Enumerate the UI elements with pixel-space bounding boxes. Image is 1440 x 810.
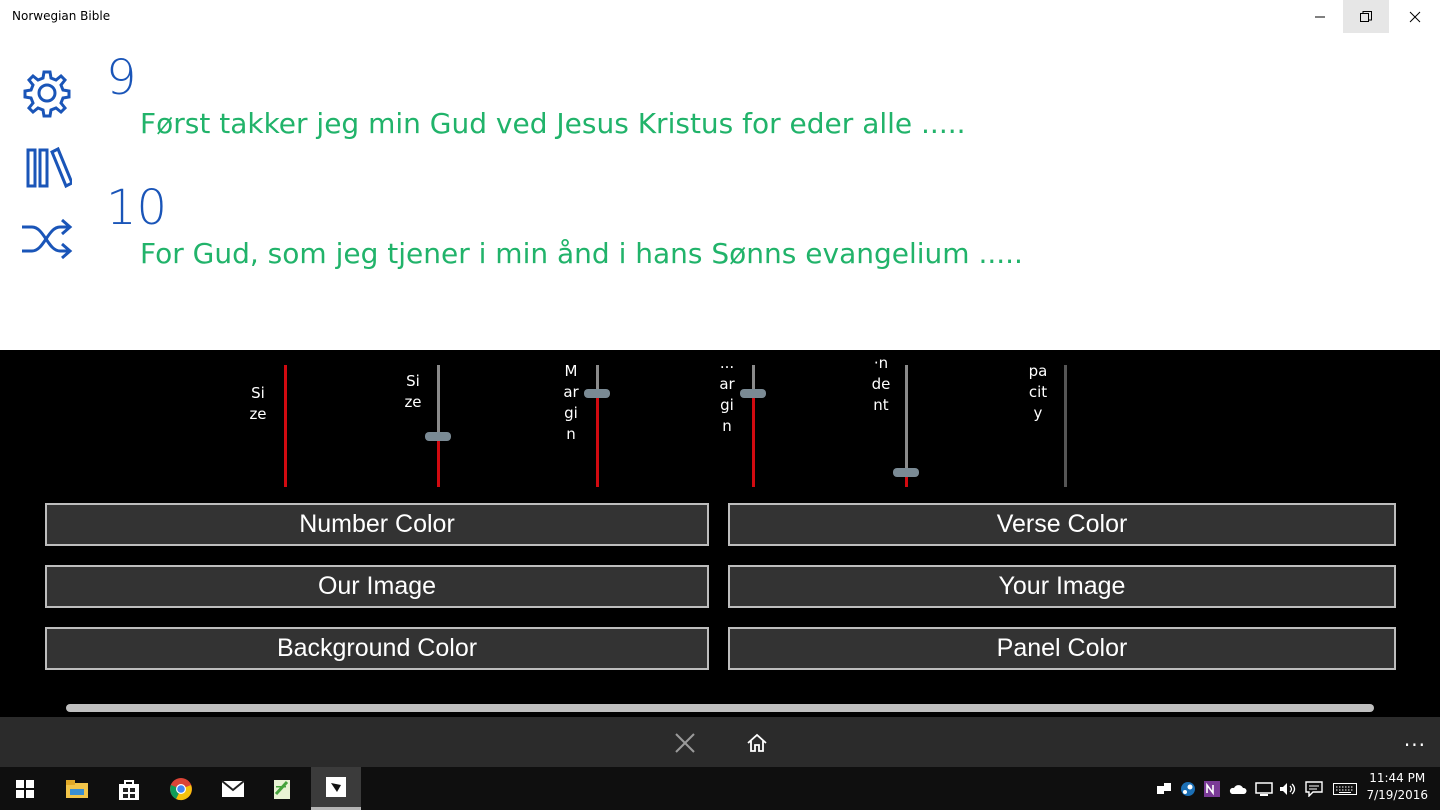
library-icon	[26, 146, 72, 189]
margin-slider[interactable]: Margin	[561, 362, 621, 487]
bible-app-icon	[326, 777, 346, 797]
network-tray-icon[interactable]	[1254, 779, 1274, 799]
indent-slider[interactable]: ·ndent	[871, 354, 931, 487]
volume-tray-icon[interactable]	[1278, 779, 1298, 799]
background-color-button[interactable]: Background Color	[45, 627, 709, 670]
start-button[interactable]	[0, 767, 50, 810]
verse-number: 10	[106, 180, 168, 236]
slider-fill	[437, 435, 440, 487]
more-options-button[interactable]: ...	[1404, 727, 1426, 751]
notes-taskbar-item[interactable]	[258, 767, 308, 810]
library-button[interactable]	[20, 140, 74, 194]
steam-tray-icon[interactable]	[1178, 779, 1198, 799]
mail-icon	[221, 779, 245, 797]
action-center-tray-icon[interactable]	[1304, 779, 1324, 799]
our-image-button[interactable]: Our Image	[45, 565, 709, 608]
file-explorer-taskbar-item[interactable]	[52, 767, 102, 810]
slider-label: ...argin	[719, 354, 735, 435]
store-taskbar-item[interactable]	[104, 767, 154, 810]
close-icon	[1409, 11, 1421, 22]
your-image-button[interactable]: Your Image	[728, 565, 1396, 608]
verse-size-slider[interactable]: Size	[403, 365, 463, 487]
verse-text[interactable]: Først takker jeg min Gud ved Jesus Krist…	[140, 110, 966, 138]
bible-app-taskbar-item[interactable]	[311, 767, 361, 810]
verse-number: 9	[106, 50, 137, 106]
right-margin-slider[interactable]: ...argin	[717, 354, 777, 487]
home-icon	[747, 733, 767, 752]
slider-thumb[interactable]	[425, 431, 451, 441]
close-panel-button[interactable]	[669, 727, 701, 759]
shuffle-button[interactable]	[20, 212, 74, 266]
window-title: Norwegian Bible	[12, 9, 111, 23]
chrome-taskbar-item[interactable]	[156, 767, 206, 810]
settings-button[interactable]	[20, 66, 74, 120]
notes-icon	[274, 779, 290, 799]
restore-button[interactable]	[1343, 0, 1389, 33]
slider-track[interactable]	[437, 365, 440, 487]
shuffle-icon	[22, 218, 73, 260]
onenote-tray-icon[interactable]	[1202, 779, 1222, 799]
taskbar-clock[interactable]: 11:44 PM 7/19/2016	[1366, 770, 1428, 804]
slider-track[interactable]	[596, 365, 599, 487]
slider-label: Margin	[563, 362, 579, 443]
chrome-icon	[170, 777, 192, 800]
close-icon	[675, 733, 695, 753]
restore-icon	[1360, 10, 1372, 22]
slider-thumb[interactable]	[893, 468, 919, 478]
panel-color-button[interactable]: Panel Color	[728, 627, 1396, 670]
home-button[interactable]	[741, 727, 773, 759]
opacity-slider[interactable]: pacity	[1028, 362, 1088, 487]
store-icon	[119, 779, 139, 800]
keyboard-tray-icon[interactable]	[1332, 779, 1358, 799]
windows-icon	[16, 779, 34, 798]
number-color-button[interactable]: Number Color	[45, 503, 709, 546]
close-button[interactable]	[1392, 0, 1438, 33]
app-bar: ...	[0, 717, 1440, 767]
horizontal-scrollbar[interactable]	[66, 704, 1374, 712]
verse-color-button[interactable]: Verse Color	[728, 503, 1396, 546]
clock-date: 7/19/2016	[1366, 788, 1428, 802]
slider-track[interactable]	[752, 365, 755, 487]
taskbar: 11:44 PM 7/19/2016	[0, 767, 1440, 810]
title-bar: Norwegian Bible	[0, 0, 1440, 34]
slider-fill	[752, 393, 755, 487]
slider-label: pacity	[1028, 362, 1048, 422]
gear-icon	[23, 70, 71, 118]
verse-text[interactable]: For Gud, som jeg tjener i min ånd i hans…	[140, 240, 1023, 268]
folder-icon	[66, 779, 88, 798]
slider-thumb[interactable]	[740, 389, 766, 399]
slider-label: ·ndent	[871, 354, 891, 414]
people-tray-icon[interactable]	[1154, 779, 1174, 799]
slider-track[interactable]	[1064, 365, 1067, 487]
number-size-slider[interactable]: Size	[248, 365, 308, 487]
slider-thumb[interactable]	[584, 389, 610, 399]
minimize-button[interactable]	[1297, 0, 1343, 33]
slider-fill	[596, 393, 599, 487]
onedrive-tray-icon[interactable]	[1228, 779, 1248, 799]
slider-track[interactable]	[284, 365, 287, 487]
slider-label: Size	[404, 372, 422, 411]
minimize-icon	[1315, 16, 1325, 17]
slider-label: Size	[249, 384, 267, 423]
clock-time: 11:44 PM	[1369, 771, 1426, 785]
mail-taskbar-item[interactable]	[208, 767, 258, 810]
